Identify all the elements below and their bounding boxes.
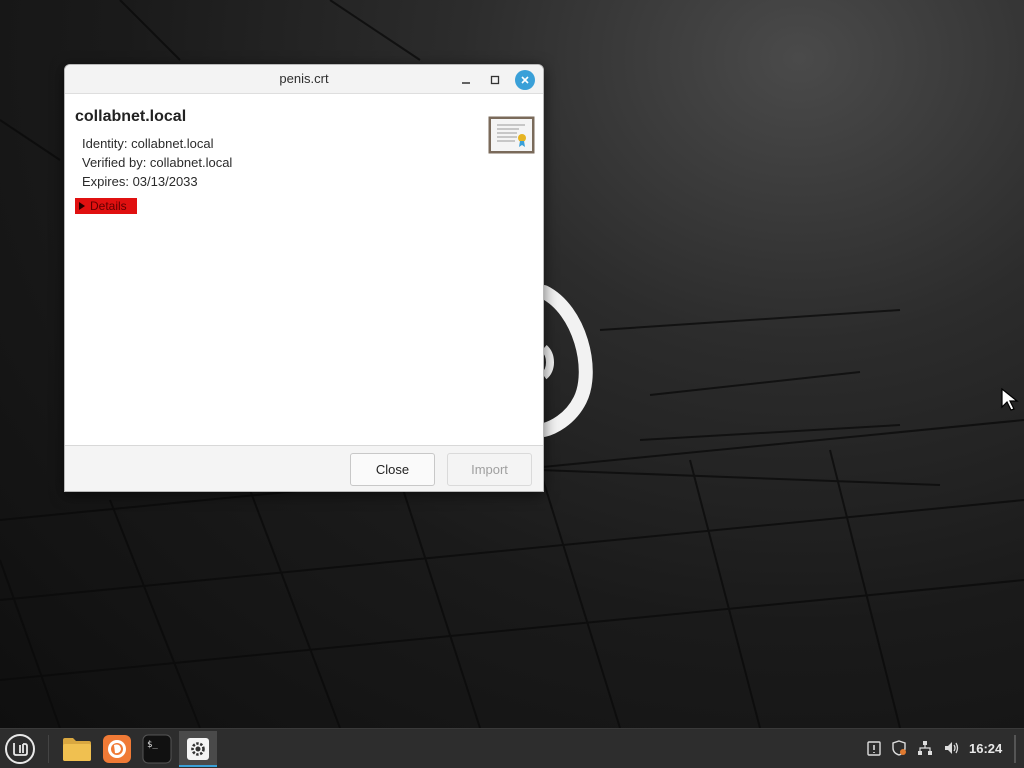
update-manager-icon[interactable] [865,739,883,757]
close-icon[interactable] [515,70,535,90]
terminal-icon[interactable]: $_ [141,733,173,765]
certificate-name: collabnet.local [75,108,187,125]
active-indicator [179,765,217,767]
import-button[interactable]: Import [447,453,532,486]
taskbar-separator [48,735,49,763]
window-titlebar[interactable]: penis.crt [65,65,543,94]
dialog-footer: Close Import [65,445,543,491]
details-expander[interactable]: Details [75,198,137,214]
certificate-icon [488,116,535,154]
clock[interactable]: 16:24 [969,741,1002,756]
minimize-icon[interactable] [456,70,476,90]
expires-label: Expires: 03/13/2033 [82,174,198,189]
volume-icon[interactable] [942,739,960,757]
network-icon[interactable] [916,739,934,757]
certificate-info: collabnet.local Identity: collabnet.loca… [65,94,543,446]
details-label: Details [90,199,127,213]
shield-icon[interactable] [890,739,908,757]
expand-arrow-icon [79,202,85,210]
svg-text:$_: $_ [147,740,158,750]
settings-icon[interactable] [179,731,217,767]
maximize-icon[interactable] [485,70,505,90]
show-desktop-button[interactable] [1014,735,1016,763]
firefox-icon[interactable] [101,733,133,765]
close-button[interactable]: Close [350,453,435,486]
taskbar: $_ 16:24 [0,728,1024,768]
identity-label: Identity: collabnet.local [82,136,214,151]
mouse-pointer [1000,387,1020,418]
verified-by-label: Verified by: collabnet.local [82,155,233,170]
certificate-dialog: penis.crt collabnet.local Identity: coll… [64,64,544,492]
files-icon[interactable] [61,733,93,765]
menu-icon[interactable] [4,733,36,765]
